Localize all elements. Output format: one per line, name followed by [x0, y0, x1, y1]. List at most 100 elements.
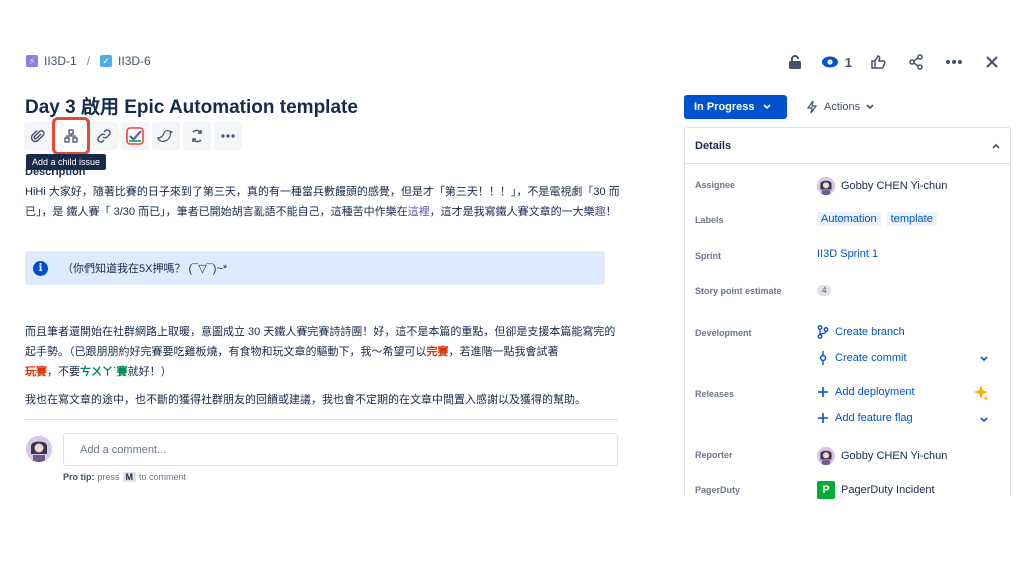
plus-icon — [818, 387, 828, 397]
label-tag[interactable]: template — [886, 212, 937, 226]
labels-label: Labels — [695, 215, 724, 225]
close-icon[interactable] — [980, 50, 1004, 74]
p1-text-c: ，這才是我寫鐵人賽文章的一大樂 — [429, 206, 595, 218]
actions-dropdown[interactable]: Actions — [806, 97, 874, 117]
sprint-label: Sprint — [695, 251, 721, 261]
p2-text-c: ，不要 — [47, 366, 80, 378]
task-icon: ✓ — [100, 55, 113, 67]
issue-top-actions: 1 — [783, 50, 1004, 74]
breadcrumb-separator: / — [86, 54, 91, 68]
p1-text-e: ！ — [605, 206, 617, 218]
pro-tip: Pro tip: press M to comment — [63, 472, 186, 482]
more-toolbar-button[interactable] — [214, 122, 242, 150]
link-icon — [97, 129, 111, 143]
protip-tail: to comment — [139, 472, 187, 482]
breadcrumb-issue-key[interactable]: II3D-6 — [118, 54, 151, 68]
checklist-app-icon — [126, 127, 144, 145]
chevron-down-icon[interactable] — [980, 356, 988, 362]
story-points-field[interactable]: 4 — [817, 285, 832, 296]
avatar — [817, 177, 835, 195]
label-tag[interactable]: Automation — [817, 212, 881, 226]
pagerduty-field[interactable]: P PagerDuty Incident — [817, 481, 935, 499]
share-icon[interactable] — [904, 50, 928, 74]
assignee-label: Assignee — [695, 180, 736, 190]
assignee-field[interactable]: Gobby CHEN Yi-chun — [817, 177, 947, 195]
breadcrumb: ⚡ II3D-1 / ✓ II3D-6 — [26, 54, 151, 68]
lightning-icon — [806, 100, 818, 114]
create-branch-link[interactable]: Create branch — [817, 325, 905, 339]
p2-green: ㄘㄨㄚˋ賽 — [80, 366, 128, 378]
more-icon[interactable] — [942, 50, 966, 74]
epic-icon: ⚡ — [26, 55, 38, 67]
status-label: In Progress — [694, 101, 755, 113]
story-points-label: Story point estimate — [695, 286, 782, 296]
checklist-app-button[interactable] — [121, 122, 149, 150]
create-commit-link[interactable]: Create commit — [817, 351, 907, 365]
p1-emphasis: 趣 — [594, 206, 606, 218]
pagerduty-label: PagerDuty — [695, 485, 741, 495]
sprint-link[interactable]: II3D Sprint 1 — [817, 248, 878, 260]
details-panel: Details Assignee Gobby CHEN Yi-chun Labe… — [684, 127, 1011, 499]
p2-red-2: 玩賽 — [25, 366, 47, 378]
development-label: Development — [695, 328, 752, 338]
reporter-field[interactable]: Gobby CHEN Yi-chun — [817, 447, 947, 465]
protip-label: Pro tip: — [63, 472, 95, 482]
attach-icon — [31, 130, 45, 143]
chevron-down-icon[interactable] — [980, 417, 988, 423]
pagerduty-incident: PagerDuty Incident — [841, 484, 935, 496]
info-icon: i — [33, 260, 48, 276]
pagerduty-icon: P — [817, 481, 835, 499]
avatar — [817, 447, 835, 465]
protip-press: press — [97, 472, 120, 482]
create-branch-label: Create branch — [835, 326, 905, 338]
issue-title[interactable]: Day 3 啟用 Epic Automation template — [25, 92, 358, 119]
status-dropdown[interactable]: In Progress — [684, 95, 787, 119]
tooltip: Add a child issue — [26, 154, 107, 170]
more-icon — [221, 134, 235, 138]
p1-link[interactable]: 這裡 — [408, 206, 430, 218]
reporter-label: Reporter — [695, 450, 733, 460]
plus-icon — [818, 413, 828, 423]
p2-text-d: 就好！） — [127, 366, 172, 378]
assignee-name: Gobby CHEN Yi-chun — [841, 180, 948, 192]
add-feature-flag-link[interactable]: Add feature flag — [817, 412, 913, 424]
sync-icon — [192, 129, 202, 143]
details-title: Details — [695, 139, 732, 152]
actions-label: Actions — [824, 101, 861, 113]
add-child-issue-button[interactable] — [52, 117, 90, 155]
info-panel-text: （你們知道我在5X押嗎？ (¯▽¯)~* — [62, 263, 228, 275]
add-feature-flag-label: Add feature flag — [835, 412, 913, 424]
child-issue-icon — [64, 129, 78, 143]
link-issue-button[interactable] — [90, 122, 118, 150]
breadcrumb-epic-key[interactable]: II3D-1 — [44, 54, 77, 68]
add-deployment-link[interactable]: Add deployment — [817, 386, 915, 398]
story-points-value: 4 — [817, 285, 832, 296]
issue-toolbar — [24, 117, 242, 155]
like-icon[interactable] — [866, 50, 890, 74]
chevron-down-icon — [762, 104, 771, 110]
description-paragraph-2[interactable]: 而且筆者還開始在社群網路上取暖，意圖成立 30 天鐵人賽完賽詩詩團！好，這不是本… — [25, 322, 625, 382]
labels-field[interactable]: Automation template — [817, 212, 937, 226]
watch-count: 1 — [844, 54, 852, 70]
commit-icon — [819, 351, 827, 365]
details-header[interactable]: Details — [685, 128, 1010, 164]
description-paragraph-3[interactable]: 我也在寫文章的途中，也不斷的獲得社群朋友的回饋或建議，我也會不定期的在文章中間置… — [25, 390, 625, 410]
sparkle-icon — [974, 385, 989, 401]
divider — [25, 419, 618, 420]
watch-button[interactable]: 1 — [821, 50, 852, 74]
p2-text-b: ，若進階一點我會試著 — [448, 346, 559, 358]
comment-input[interactable]: Add a comment... — [63, 433, 618, 466]
chevron-up-icon — [992, 143, 1000, 149]
p2-red-1: 完賽 — [426, 346, 449, 358]
sync-button[interactable] — [183, 122, 211, 150]
bird-app-button[interactable] — [152, 122, 180, 150]
info-panel: i （你們知道我在5X押嗎？ (¯▽¯)~* — [25, 251, 605, 285]
reporter-name: Gobby CHEN Yi-chun — [841, 450, 948, 462]
bird-app-icon — [157, 130, 174, 142]
chevron-down-icon — [866, 104, 874, 110]
avatar — [26, 436, 52, 462]
add-deployment-label: Add deployment — [835, 386, 915, 398]
lock-icon[interactable] — [783, 50, 807, 74]
description-paragraph-1[interactable]: HiHi 大家好，隨著比賽的日子來到了第三天，真的有一種當兵數饅頭的感覺，但是才… — [25, 182, 625, 222]
attach-button[interactable] — [24, 122, 52, 150]
